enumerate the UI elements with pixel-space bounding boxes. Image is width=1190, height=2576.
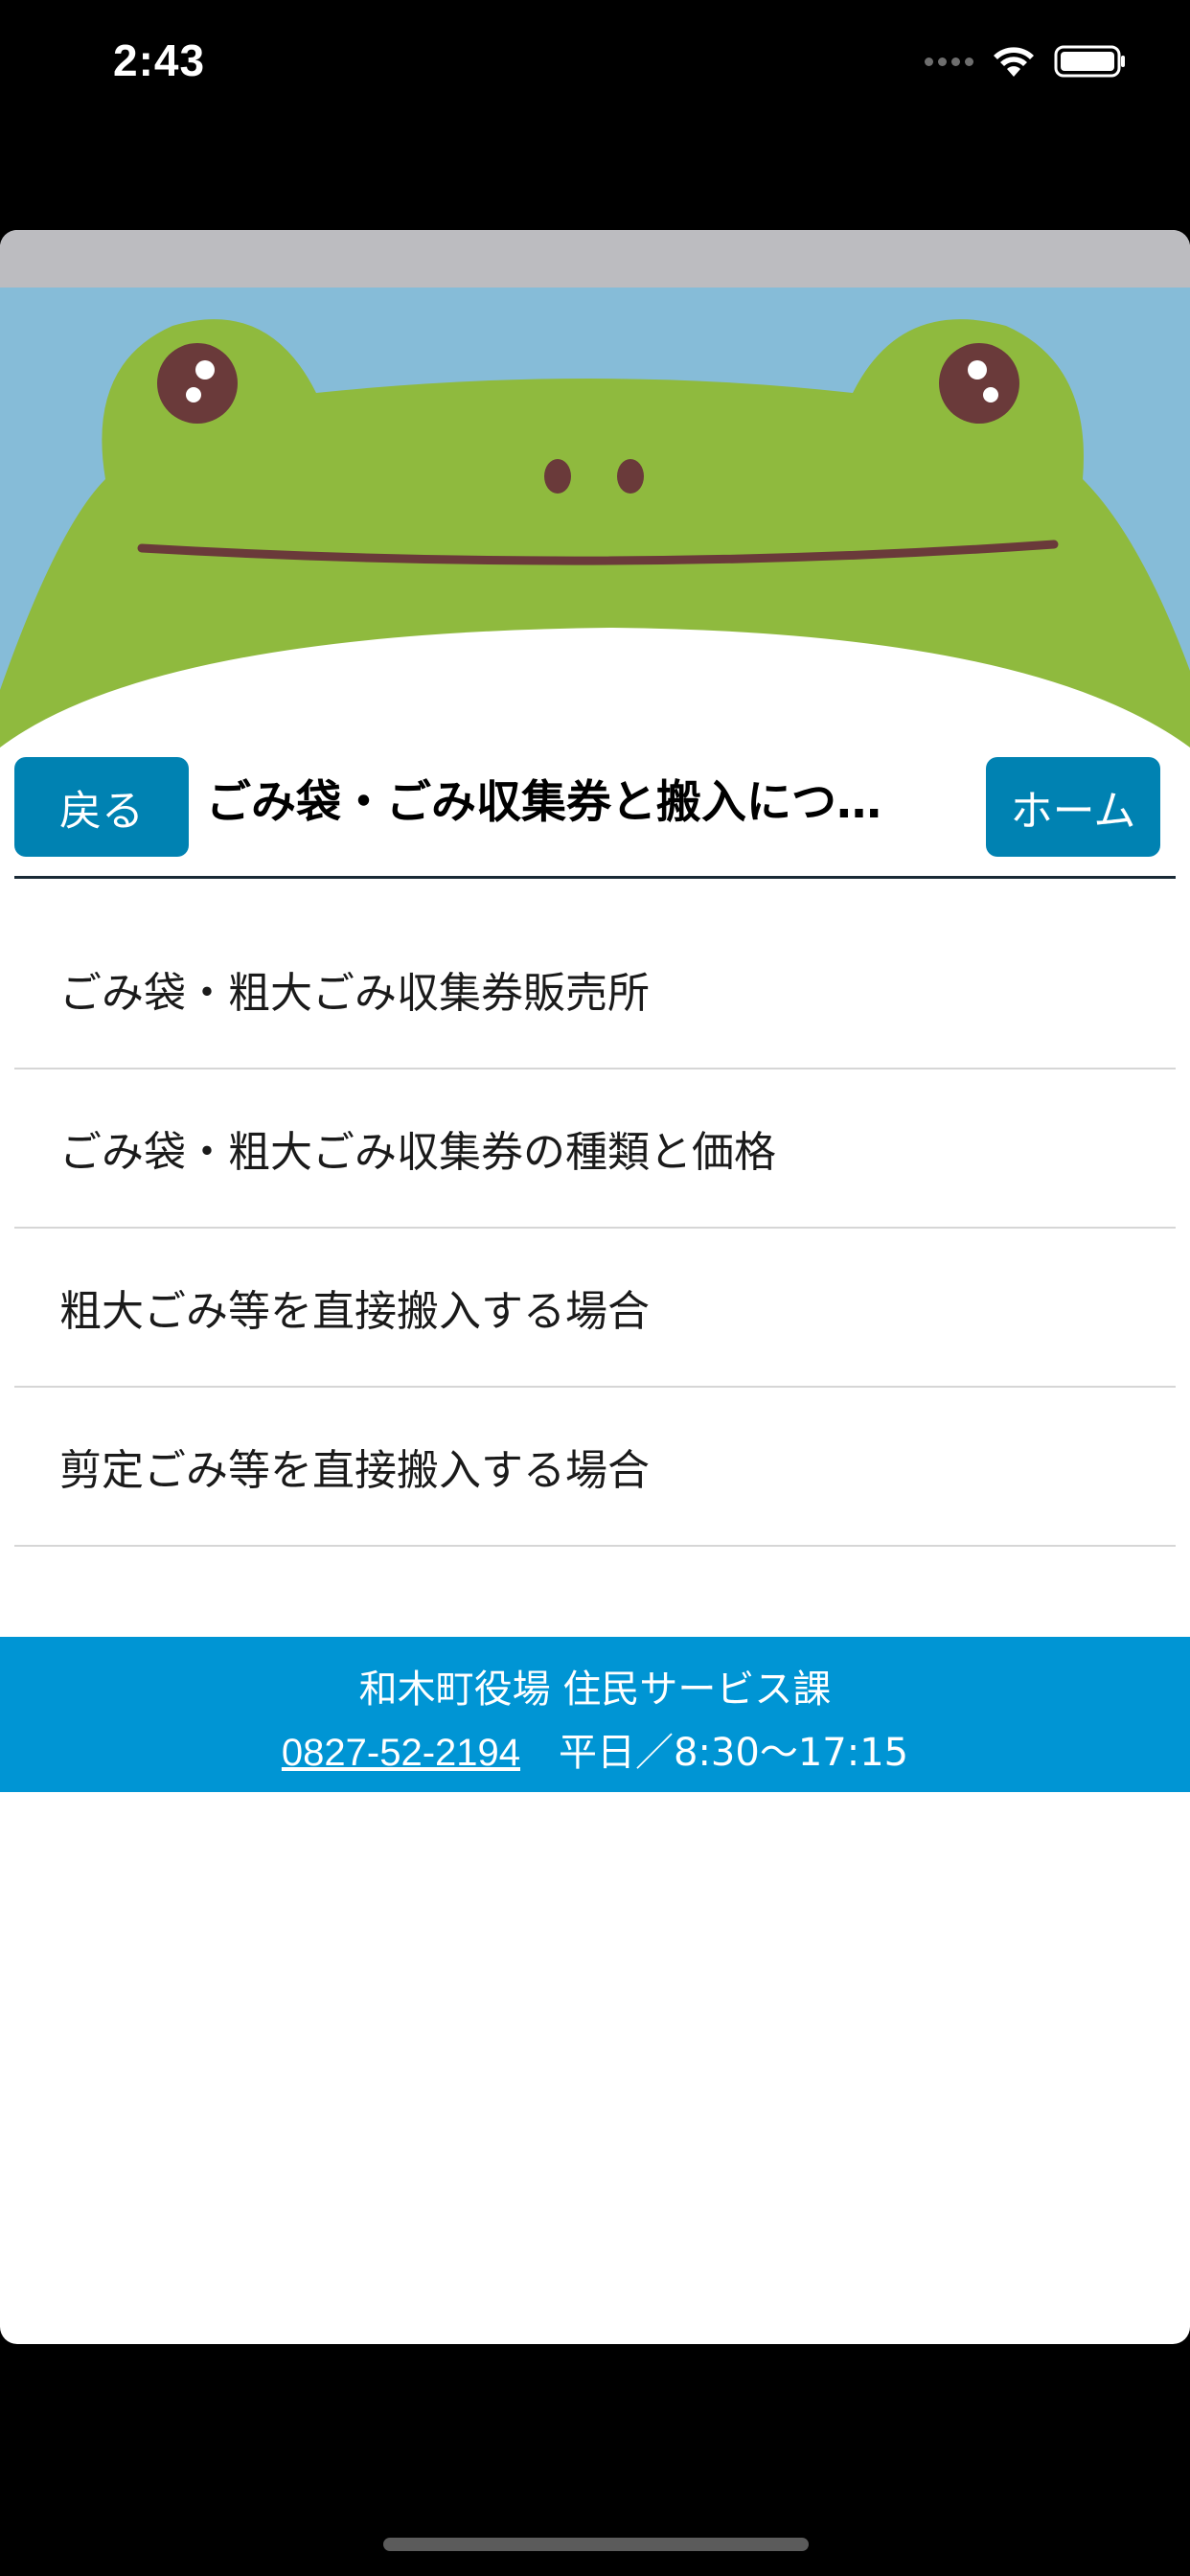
back-button[interactable]: 戻る [14,757,189,857]
status-icons [925,44,1127,79]
status-time: 2:43 [113,35,206,85]
home-indicator[interactable] [383,2538,809,2551]
title-divider [14,876,1176,879]
signal-icon [925,57,973,66]
list-item-types-and-prices[interactable]: ごみ袋・粗大ごみ収集券の種類と価格 [14,1070,1176,1229]
app-sheet: 戻る ごみ袋・ごみ収集券と搬入につ… ホーム ごみ袋・粗大ごみ収集券販売所 ごみ… [0,230,1190,2344]
footer: 和木町役場 住民サービス課 0827-52-2194 平日／8:30〜17:15 [0,1637,1190,1792]
footer-hours: 平日／8:30〜17:15 [559,1731,909,1775]
wifi-icon [994,47,1034,77]
menu-list: ごみ袋・粗大ごみ収集券販売所 ごみ袋・粗大ごみ収集券の種類と価格 粗大ごみ等を直… [14,910,1176,1547]
list-item-garbage-bag-sellers[interactable]: ごみ袋・粗大ごみ収集券販売所 [14,910,1176,1070]
battery-icon [1054,45,1125,78]
page-title: ごみ袋・ごみ収集券と搬入につ… [206,776,881,829]
home-button[interactable]: ホーム [986,757,1160,857]
phone-link[interactable]: 0827-52-2194 [282,1732,520,1774]
status-bar: 2:43 [0,0,1190,134]
list-item-pruning-waste-delivery[interactable]: 剪定ごみ等を直接搬入する場合 [14,1388,1176,1547]
footer-contact: 0827-52-2194 平日／8:30〜17:15 [0,1721,1190,1777]
footer-office: 和木町役場 住民サービス課 [358,1668,832,1712]
list-item-bulky-waste-delivery[interactable]: 粗大ごみ等を直接搬入する場合 [14,1229,1176,1388]
frog-face-illustration [0,288,1190,824]
sheet-top-bar [0,230,1190,288]
